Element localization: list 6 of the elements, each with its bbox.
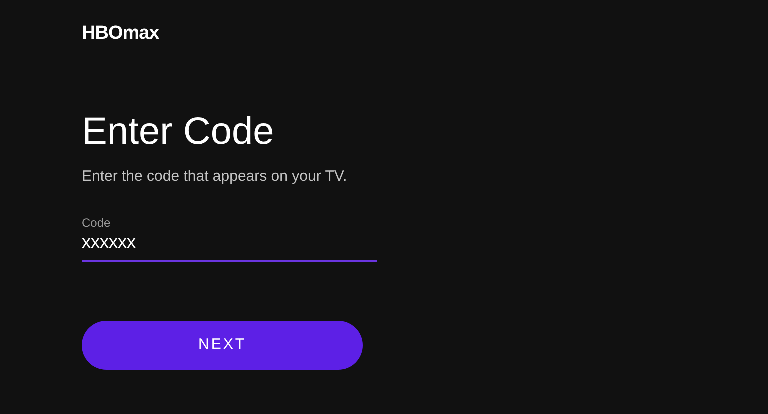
field-label: Code	[82, 216, 112, 230]
instructions-text: Enter the code that appears on your TV.	[82, 168, 348, 186]
code-field[interactable]: xxxxxx	[82, 230, 377, 262]
page-title: Enter Code	[82, 110, 274, 154]
logo: HBOmax	[82, 24, 160, 44]
next-button[interactable]: NEXT	[82, 321, 363, 370]
